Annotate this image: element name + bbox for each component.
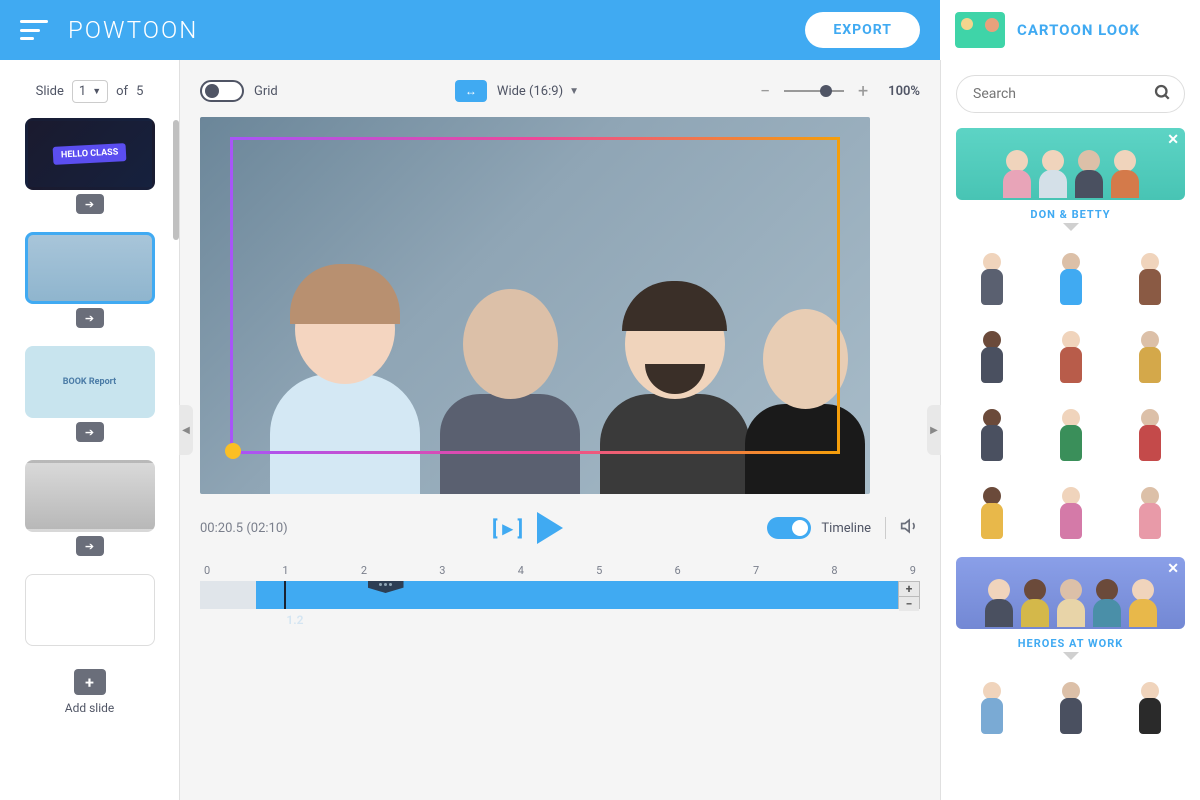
export-button[interactable]: EXPORT — [805, 12, 920, 48]
timeline-remove-button[interactable]: − — [899, 597, 919, 611]
divider — [885, 517, 886, 539]
zoom-slider[interactable] — [784, 90, 844, 92]
expand-icon: ↔ — [465, 84, 477, 98]
timeline-add-button[interactable]: + — [899, 582, 919, 597]
slide-thumb-4[interactable] — [25, 460, 155, 532]
add-slide-button[interactable]: + Add slide — [65, 669, 115, 715]
chevron-down-icon: ▼ — [92, 86, 101, 97]
pack-name: DON & BETTY — [956, 208, 1185, 221]
aspect-badge[interactable]: ↔ — [455, 80, 487, 102]
app-logo: POWTOON — [68, 16, 198, 44]
character-item[interactable] — [1114, 241, 1185, 305]
timeline-ruler: 0 1 2 3 4 5 6 7 8 9 — [200, 564, 920, 581]
chevron-down-icon[interactable]: ▼ — [569, 86, 579, 97]
transition-icon[interactable]: ➔ — [76, 194, 104, 214]
character-item[interactable] — [1114, 397, 1185, 461]
slide-total: 5 — [136, 84, 143, 99]
slide-thumb-1[interactable]: HELLO CLASS — [25, 118, 155, 190]
character-item[interactable] — [1035, 475, 1106, 539]
character-item[interactable] — [956, 241, 1027, 305]
collapse-left-icon[interactable]: ◀ — [179, 405, 193, 455]
slide-thumb-3[interactable]: BOOK Report — [25, 346, 155, 418]
timeline-label: Timeline — [821, 521, 871, 536]
chevron-down-icon — [1063, 652, 1079, 660]
zoom-out-button[interactable]: − — [756, 81, 774, 102]
assets-panel: ✕ DON & BETTY ✕ — [940, 60, 1200, 800]
character-item[interactable] — [1114, 670, 1185, 734]
selection-handle[interactable] — [225, 443, 241, 459]
category-thumb — [955, 12, 1005, 48]
character-item[interactable] — [1035, 319, 1106, 383]
canvas-toolbar: Grid ↔ Wide (16:9) ▼ − + 100% — [200, 80, 920, 102]
slide-select[interactable]: 1 ▼ — [72, 80, 108, 103]
play-section-button[interactable]: [ ▸ ] — [492, 516, 523, 540]
slide-thumb-2[interactable] — [25, 232, 155, 304]
pack-name: HEROES AT WORK — [956, 637, 1185, 650]
search-input[interactable] — [956, 75, 1185, 113]
playback-bar: 00:20.5 (02:10) [ ▸ ] Timeline — [200, 512, 920, 544]
character-item[interactable] — [1114, 319, 1185, 383]
character-item[interactable] — [1035, 397, 1106, 461]
transition-icon[interactable]: ➔ — [76, 536, 104, 556]
transition-icon[interactable]: ➔ — [76, 308, 104, 328]
character-item[interactable] — [956, 397, 1027, 461]
character-item[interactable] — [956, 319, 1027, 383]
slide-label: Slide — [36, 84, 64, 99]
play-button[interactable] — [537, 512, 563, 544]
app-header: POWTOON EXPORT CARTOON LOOK — [0, 0, 1200, 60]
search-icon[interactable] — [1153, 83, 1171, 105]
volume-icon[interactable] — [900, 516, 920, 540]
scrollbar[interactable] — [173, 120, 179, 240]
grid-label: Grid — [254, 84, 278, 99]
timeline-indicator: 1.2 — [286, 613, 920, 627]
slides-panel: Slide 1 ▼ of 5 HELLO CLASS ➔ ➔ BOOK Repo… — [0, 60, 180, 800]
zoom-value: 100% — [888, 84, 920, 99]
aspect-label: Wide (16:9) — [497, 84, 563, 99]
collapse-right-icon[interactable]: ▶ — [927, 405, 941, 455]
character-item[interactable] — [1114, 475, 1185, 539]
pack-banner[interactable]: ✕ — [956, 128, 1185, 200]
selection-box[interactable] — [230, 137, 840, 454]
grid-toggle[interactable] — [200, 80, 244, 102]
canvas[interactable] — [200, 117, 870, 494]
character-item[interactable] — [956, 670, 1027, 734]
chevron-down-icon — [1063, 223, 1079, 231]
slide-thumb-5[interactable] — [25, 574, 155, 646]
plus-icon: + — [74, 669, 106, 695]
timeline-track[interactable] — [200, 581, 898, 609]
of-label: of — [116, 84, 128, 99]
close-icon[interactable]: ✕ — [1167, 132, 1179, 148]
timeline: 0 1 2 3 4 5 6 7 8 9 + − — [200, 564, 920, 627]
character-pack: ✕ HEROES AT WORK — [956, 557, 1185, 734]
character-item[interactable] — [1035, 670, 1106, 734]
character-pack: ✕ DON & BETTY — [956, 128, 1185, 539]
category-title: CARTOON LOOK — [1017, 21, 1140, 39]
timeline-toggle[interactable] — [767, 517, 811, 539]
slide-counter: Slide 1 ▼ of 5 — [36, 80, 144, 103]
playhead[interactable] — [284, 581, 286, 609]
category-header[interactable]: CARTOON LOOK — [940, 0, 1200, 60]
character-item[interactable] — [1035, 241, 1106, 305]
canvas-area: ◀ ▶ Grid ↔ Wide (16:9) ▼ − + 100% — [180, 60, 940, 800]
time-display: 00:20.5 (02:10) — [200, 521, 288, 536]
pack-banner[interactable]: ✕ — [956, 557, 1185, 629]
menu-icon[interactable] — [20, 20, 48, 40]
close-icon[interactable]: ✕ — [1167, 561, 1179, 577]
character-item[interactable] — [956, 475, 1027, 539]
transition-icon[interactable]: ➔ — [76, 422, 104, 442]
zoom-in-button[interactable]: + — [854, 81, 872, 102]
